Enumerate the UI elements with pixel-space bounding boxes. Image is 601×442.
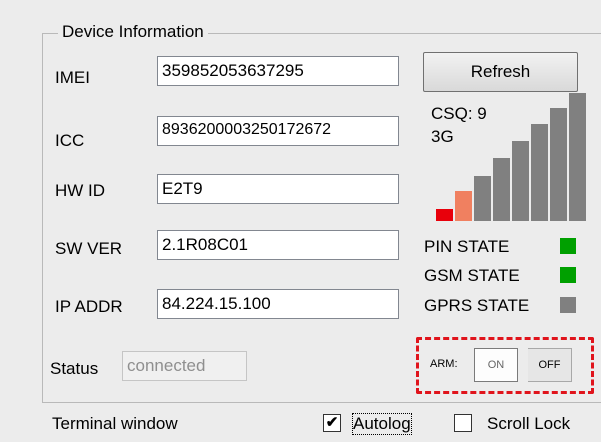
network-type: 3G <box>431 127 454 146</box>
arm-off-button[interactable]: OFF <box>528 348 572 382</box>
autolog-checkbox[interactable]: ✔ <box>323 414 341 432</box>
icc-field[interactable]: 8936200003250172672 <box>157 116 399 146</box>
refresh-button[interactable]: Refresh <box>423 52 578 92</box>
hwid-field[interactable]: E2T9 <box>157 174 399 204</box>
scroll-lock-label[interactable]: Scroll Lock <box>487 414 570 434</box>
pin-state-label: PIN STATE <box>424 237 510 256</box>
imei-label: IMEI <box>55 68 90 87</box>
signal-bar <box>455 191 472 221</box>
gsm-state-label: GSM STATE <box>424 266 520 285</box>
pin-state-indicator <box>560 238 576 254</box>
autolog-label[interactable]: Autolog <box>352 413 412 435</box>
csq-value: CSQ: 9 <box>431 104 487 123</box>
group-title: Device Information <box>58 22 208 42</box>
status-label: Status <box>50 359 99 378</box>
gprs-state-indicator <box>560 297 576 313</box>
gprs-state-label: GPRS STATE <box>424 296 530 315</box>
signal-bar <box>569 93 586 221</box>
signal-bar <box>512 141 529 221</box>
scroll-lock-checkbox[interactable] <box>454 414 472 432</box>
terminal-window-label: Terminal window <box>52 414 178 433</box>
signal-bar <box>531 124 548 221</box>
signal-bar <box>474 176 491 221</box>
ipaddr-field[interactable]: 84.224.15.100 <box>157 289 399 319</box>
ipaddr-label: IP ADDR <box>55 297 123 316</box>
icc-label: ICC <box>55 131 85 150</box>
imei-field[interactable]: 359852053637295 <box>157 56 399 86</box>
swver-label: SW VER <box>55 239 123 258</box>
hwid-label: HW ID <box>55 181 106 200</box>
signal-bar <box>436 209 453 221</box>
signal-bar <box>550 108 567 221</box>
arm-label: ARM: <box>430 358 458 370</box>
swver-field[interactable]: 2.1R08C01 <box>157 230 399 260</box>
gsm-state-indicator <box>560 267 576 283</box>
signal-bar <box>493 158 510 221</box>
status-field[interactable]: connected <box>122 351 247 381</box>
arm-on-button[interactable]: ON <box>474 348 518 382</box>
